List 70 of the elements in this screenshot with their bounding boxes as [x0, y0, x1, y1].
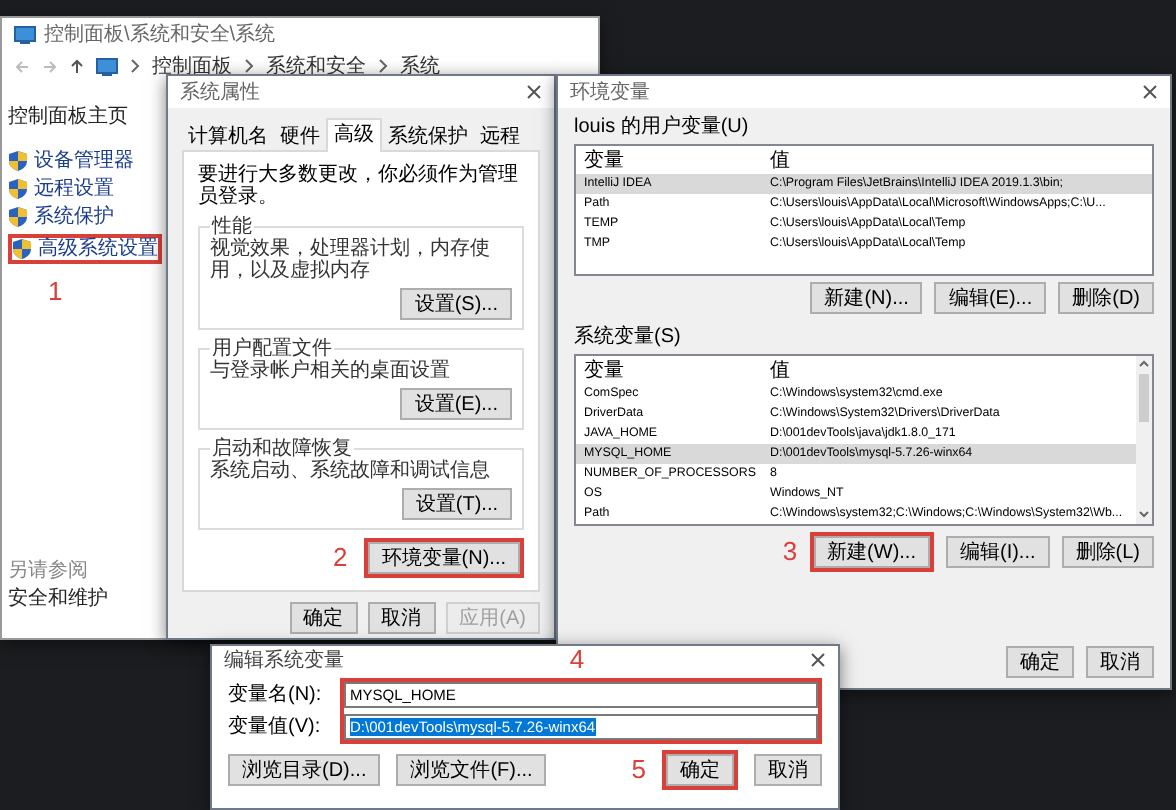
breadcrumb-item[interactable]: 控制面板	[152, 55, 232, 77]
close-icon[interactable]	[1142, 84, 1158, 100]
action-button[interactable]: 新建(W)...	[813, 536, 930, 568]
column-header: 变量	[582, 150, 626, 172]
dialog-button[interactable]: 确定	[666, 754, 734, 786]
group-description: 系统启动、系统故障和调试信息	[210, 460, 492, 482]
shield-icon	[8, 178, 28, 200]
step-number: 5	[631, 756, 646, 784]
sidebar-item[interactable]: 高级系统设置	[12, 238, 158, 260]
section-label: louis 的用户变量(U)	[574, 116, 751, 138]
computer-icon	[96, 57, 118, 75]
shield-icon	[8, 206, 28, 228]
group-title: 启动和故障恢复	[212, 438, 354, 460]
close-icon[interactable]	[809, 652, 826, 668]
breadcrumb-item[interactable]: 系统和安全	[266, 55, 366, 77]
environment-variables-button[interactable]: 环境变量(N)...	[367, 542, 520, 574]
action-button[interactable]: 删除(D)	[1058, 282, 1154, 314]
section-label: 系统变量(S)	[574, 326, 683, 348]
tab[interactable]: 高级	[326, 118, 382, 152]
sidebar-item[interactable]: 远程设置	[8, 178, 114, 200]
close-icon[interactable]	[526, 84, 542, 100]
dialog-title: 环境变量	[570, 81, 650, 103]
field-label: 变量值(V):	[228, 716, 323, 739]
sidebar-item[interactable]: 系统保护	[8, 206, 114, 228]
window-title: 控制面板\系统和安全\系统	[44, 23, 276, 45]
group-title: 性能	[211, 216, 254, 238]
dialog-button[interactable]: 取消	[367, 602, 436, 634]
settings-button[interactable]: 设置(E)...	[400, 388, 512, 420]
group-title: 用户配置文件	[212, 338, 332, 360]
shield-icon	[12, 238, 32, 260]
breadcrumb-item[interactable]: 系统	[400, 55, 440, 77]
dialog-button[interactable]: 确定	[1006, 646, 1074, 678]
action-button[interactable]: 编辑(I)...	[945, 536, 1050, 568]
dialog-button[interactable]: 确定	[289, 602, 358, 634]
step-number: 4	[569, 646, 585, 674]
column-header: 变量	[582, 360, 626, 382]
browse-button[interactable]: 浏览目录(D)...	[228, 754, 381, 786]
section-heading: 另请参阅	[8, 560, 88, 582]
step-number: 1	[48, 276, 63, 306]
dialog-button[interactable]: 取消	[754, 754, 822, 786]
tab[interactable]: 硬件	[274, 124, 326, 150]
chevron-icon	[244, 58, 254, 74]
up-arrow-icon[interactable]	[70, 58, 84, 74]
group-description: 视觉效果，处理器计划，内存使用，以及虚拟内存	[210, 238, 492, 282]
notice-text: 要进行大多数更改，你必须作为管理员登录。	[198, 164, 520, 208]
column-header: 值	[768, 360, 792, 382]
dialog-button[interactable]: 取消	[1086, 646, 1154, 678]
action-button[interactable]: 编辑(E)...	[934, 282, 1047, 314]
shield-icon	[8, 150, 28, 172]
sidebar-item[interactable]: 设备管理器	[8, 150, 134, 172]
browse-button[interactable]: 浏览文件(F)...	[396, 754, 547, 786]
dialog-title: 编辑系统变量	[224, 649, 344, 671]
settings-button[interactable]: 设置(S)...	[400, 288, 512, 320]
settings-button[interactable]: 设置(T)...	[401, 488, 512, 520]
column-header: 值	[768, 150, 792, 172]
action-button[interactable]: 删除(L)	[1061, 536, 1154, 568]
group-description: 与登录帐户相关的桌面设置	[210, 360, 452, 382]
chevron-icon	[130, 58, 140, 74]
action-button[interactable]: 新建(N)...	[810, 282, 923, 314]
tab[interactable]: 计算机名	[182, 124, 274, 150]
tab[interactable]: 系统保护	[382, 124, 474, 150]
sidebar-link[interactable]: 控制面板主页	[8, 106, 128, 128]
field-label: 变量名(N):	[228, 683, 324, 706]
chevron-icon	[378, 58, 388, 74]
step-number: 3	[782, 538, 798, 566]
sidebar-link[interactable]: 安全和维护	[8, 588, 108, 610]
control-panel-icon	[14, 25, 36, 43]
dialog-title: 系统属性	[180, 81, 260, 103]
tab[interactable]: 远程	[474, 124, 526, 150]
step-number: 2	[333, 544, 348, 572]
